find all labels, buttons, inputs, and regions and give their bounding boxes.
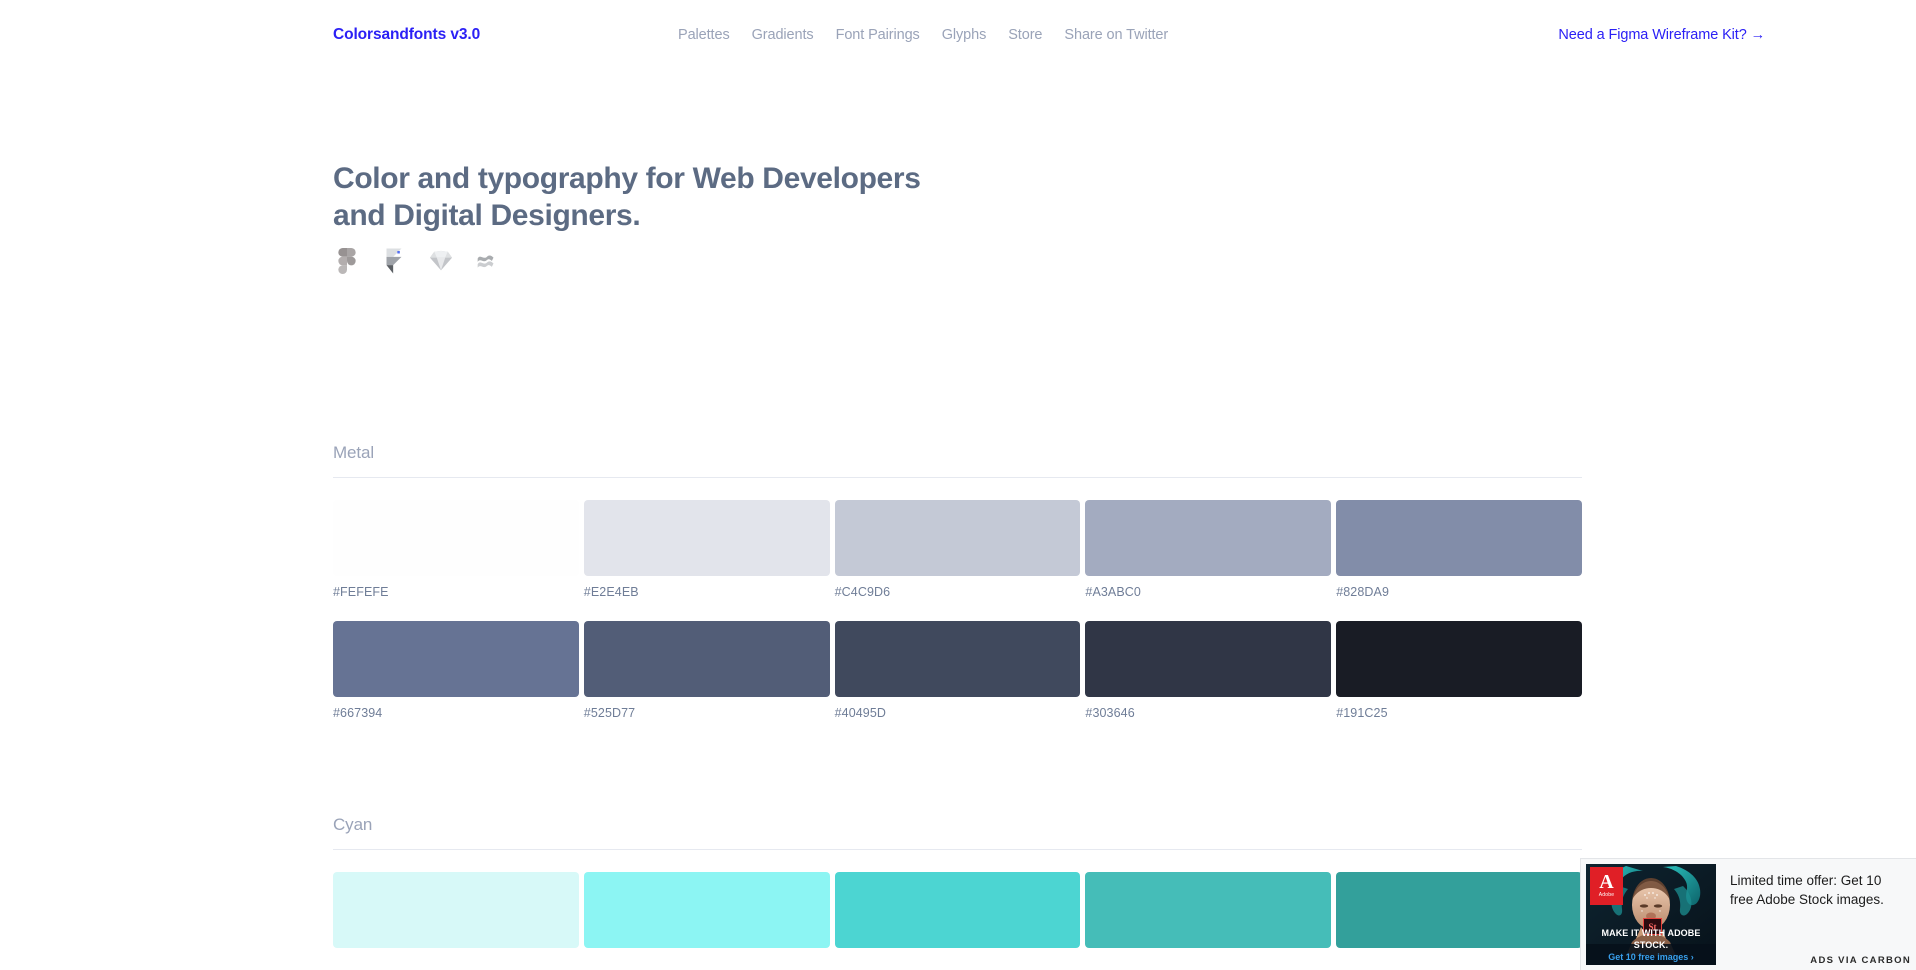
nav-item-palettes[interactable]: Palettes [678,27,730,43]
color-chip[interactable] [834,621,1081,697]
ad-text-area: Limited time offer: Get 10 free Adobe St… [1716,859,1916,970]
color-chip[interactable] [1085,872,1332,948]
swatch-cell[interactable]: #303646 [1085,621,1332,720]
figma-icon[interactable] [333,247,361,275]
nav-item-font-pairings[interactable]: Font Pairings [836,27,920,43]
hero-section: Color and typography for Web Developers … [333,160,1033,274]
swatch-cell[interactable]: #E2E4EB [583,500,830,599]
palette-section-metal: Metal #FEFEFE #E2E4EB #C4C9D6 #A3ABC0 #8… [333,443,1582,720]
ad-headline[interactable]: Limited time offer: Get 10 free Adobe St… [1730,871,1906,909]
color-chip[interactable] [333,872,579,948]
adobe-logo: A Adobe [1590,867,1623,905]
color-hex-label: #A3ABC0 [1085,585,1141,599]
color-hex-label: #667394 [333,706,383,720]
section-title-metal: Metal [333,443,375,462]
swatch-cell[interactable]: #828DA9 [1336,500,1582,599]
site-header: Colorsandfonts v3.0 Palettes Gradients F… [0,0,1916,70]
color-hex-label: #191C25 [1336,706,1388,720]
page-title-line-2: and Digital Designers. [333,199,641,232]
swatch-cell[interactable] [834,872,1081,948]
swatch-cell[interactable]: #C4C9D6 [834,500,1081,599]
swatch-cell[interactable]: #A3ABC0 [1085,500,1332,599]
nav-item-gradients[interactable]: Gradients [752,27,814,43]
page-title: Color and typography for Web Developers … [333,160,1033,234]
swatch-cell[interactable] [583,872,830,948]
ad-creative-caption: MAKE IT WITH ADOBE STOCK. Get 10 free im… [1586,927,1716,963]
swatch-cell[interactable]: #667394 [333,621,579,720]
swatch-cell[interactable]: #40495D [834,621,1081,720]
sketch-icon[interactable] [427,247,455,275]
site-logo[interactable]: Colorsandfonts v3.0 [333,26,480,44]
adobe-xd-icon[interactable] [474,247,502,275]
ad-creative-caption-line-1: MAKE IT WITH ADOBE STOCK. [1601,928,1701,950]
color-chip[interactable] [1336,872,1582,948]
section-divider [333,477,1582,478]
color-chip[interactable] [1085,621,1332,697]
color-chip[interactable] [1336,621,1582,697]
color-chip[interactable] [1336,500,1582,576]
color-hex-label: #828DA9 [1336,585,1390,599]
nav-item-share-twitter[interactable]: Share on Twitter [1064,27,1168,43]
swatch-cell[interactable] [1336,872,1582,948]
figma-wireframe-kit-link[interactable]: Need a Figma Wireframe Kit? → [1558,27,1765,43]
section-title-cyan: Cyan [333,815,373,834]
color-hex-label: #E2E4EB [583,585,639,599]
ad-attribution-label[interactable]: ADS VIA CARBON [1810,955,1911,966]
swatch-row: #667394 #525D77 #40495D #303646 #191C25 [333,621,1582,720]
ad-creative-image[interactable]: A Adobe St MAKE IT WITH ADOBE STOCK. Get… [1586,864,1716,965]
color-hex-label: #C4C9D6 [834,585,891,599]
ad-creative-caption-line-2[interactable]: Get 10 free images › [1586,951,1716,963]
color-hex-label: #525D77 [583,706,636,720]
page-title-line-1: Color and typography for Web Developers [333,162,921,195]
swatch-cell[interactable]: #191C25 [1336,621,1582,720]
main-navigation: Palettes Gradients Font Pairings Glyphs … [678,27,1168,43]
color-chip[interactable] [333,621,579,697]
palette-section-cyan: Cyan [333,815,1582,948]
nav-item-glyphs[interactable]: Glyphs [942,27,987,43]
swatch-row: #FEFEFE #E2E4EB #C4C9D6 #A3ABC0 #828DA9 [333,500,1582,599]
color-chip[interactable] [333,500,579,576]
carbon-ad-panel[interactable]: A Adobe St MAKE IT WITH ADOBE STOCK. Get… [1580,858,1916,970]
color-hex-label: #FEFEFE [333,585,389,599]
swatch-cell[interactable] [333,872,579,948]
swatch-row [333,872,1582,948]
swatch-cell[interactable]: #FEFEFE [333,500,579,599]
color-chip[interactable] [583,500,830,576]
color-hex-label: #40495D [834,706,887,720]
color-chip[interactable] [583,621,830,697]
adobe-logo-mark: A [1599,871,1614,893]
color-chip[interactable] [834,872,1081,948]
color-chip[interactable] [1085,500,1332,576]
color-chip[interactable] [834,500,1081,576]
swatch-cell[interactable]: #525D77 [583,621,830,720]
adobe-logo-wordmark: Adobe [1598,892,1615,898]
color-chip[interactable] [583,872,830,948]
section-divider [333,849,1582,850]
swatch-cell[interactable] [1085,872,1332,948]
framer-icon[interactable] [380,247,408,275]
tool-icon-list [333,247,502,275]
nav-item-store[interactable]: Store [1008,27,1042,43]
color-hex-label: #303646 [1085,706,1135,720]
